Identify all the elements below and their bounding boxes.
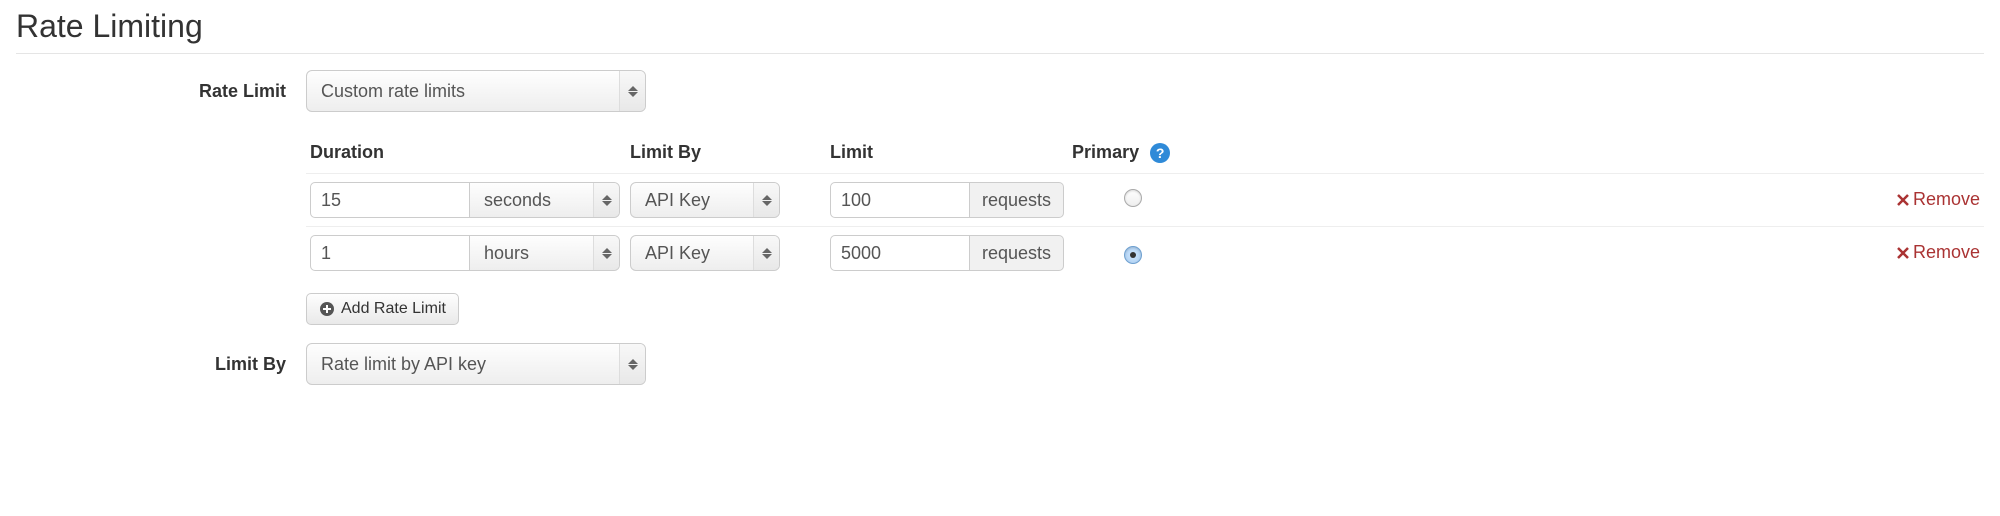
limit-unit-label: requests <box>970 235 1064 271</box>
rate-limit-select-value: Custom rate limits <box>307 81 619 102</box>
rate-limits-table: Duration Limit By Limit Primary ? <box>306 134 1984 279</box>
col-primary: Primary ? <box>1068 134 1198 174</box>
duration-unit-select[interactable]: hours <box>470 235 620 271</box>
primary-radio[interactable] <box>1124 189 1142 207</box>
limit-by-select[interactable]: API Key <box>630 235 780 271</box>
chevron-updown-icon <box>619 344 645 384</box>
rate-limit-label: Rate Limit <box>16 81 306 102</box>
duration-input[interactable] <box>310 235 470 271</box>
limit-by-select[interactable]: API Key <box>630 182 780 218</box>
rate-limit-row: hours API Key <box>306 227 1984 280</box>
chevron-updown-icon <box>593 236 619 270</box>
remove-button[interactable]: Remove <box>1897 242 1980 263</box>
close-icon <box>1897 194 1909 206</box>
global-limit-by-select-value: Rate limit by API key <box>307 354 619 375</box>
limit-input[interactable] <box>830 182 970 218</box>
plus-circle-icon <box>319 301 335 317</box>
col-duration: Duration <box>306 134 626 174</box>
global-limit-by-select[interactable]: Rate limit by API key <box>306 343 646 385</box>
add-rate-limit-button[interactable]: Add Rate Limit <box>306 293 459 325</box>
close-icon <box>1897 247 1909 259</box>
chevron-updown-icon <box>593 183 619 217</box>
rate-limit-select[interactable]: Custom rate limits <box>306 70 646 112</box>
limit-input[interactable] <box>830 235 970 271</box>
limit-by-label: Limit By <box>16 354 306 375</box>
col-limit-by: Limit By <box>626 134 826 174</box>
duration-unit-select[interactable]: seconds <box>470 182 620 218</box>
chevron-updown-icon <box>753 183 779 217</box>
help-icon[interactable]: ? <box>1150 143 1170 163</box>
limit-unit-label: requests <box>970 182 1064 218</box>
col-limit: Limit <box>826 134 1068 174</box>
chevron-updown-icon <box>753 236 779 270</box>
primary-radio[interactable] <box>1124 246 1142 264</box>
duration-input[interactable] <box>310 182 470 218</box>
page-title: Rate Limiting <box>16 8 1984 54</box>
rate-limit-row: seconds API Key <box>306 174 1984 227</box>
chevron-updown-icon <box>619 71 645 111</box>
remove-button[interactable]: Remove <box>1897 189 1980 210</box>
